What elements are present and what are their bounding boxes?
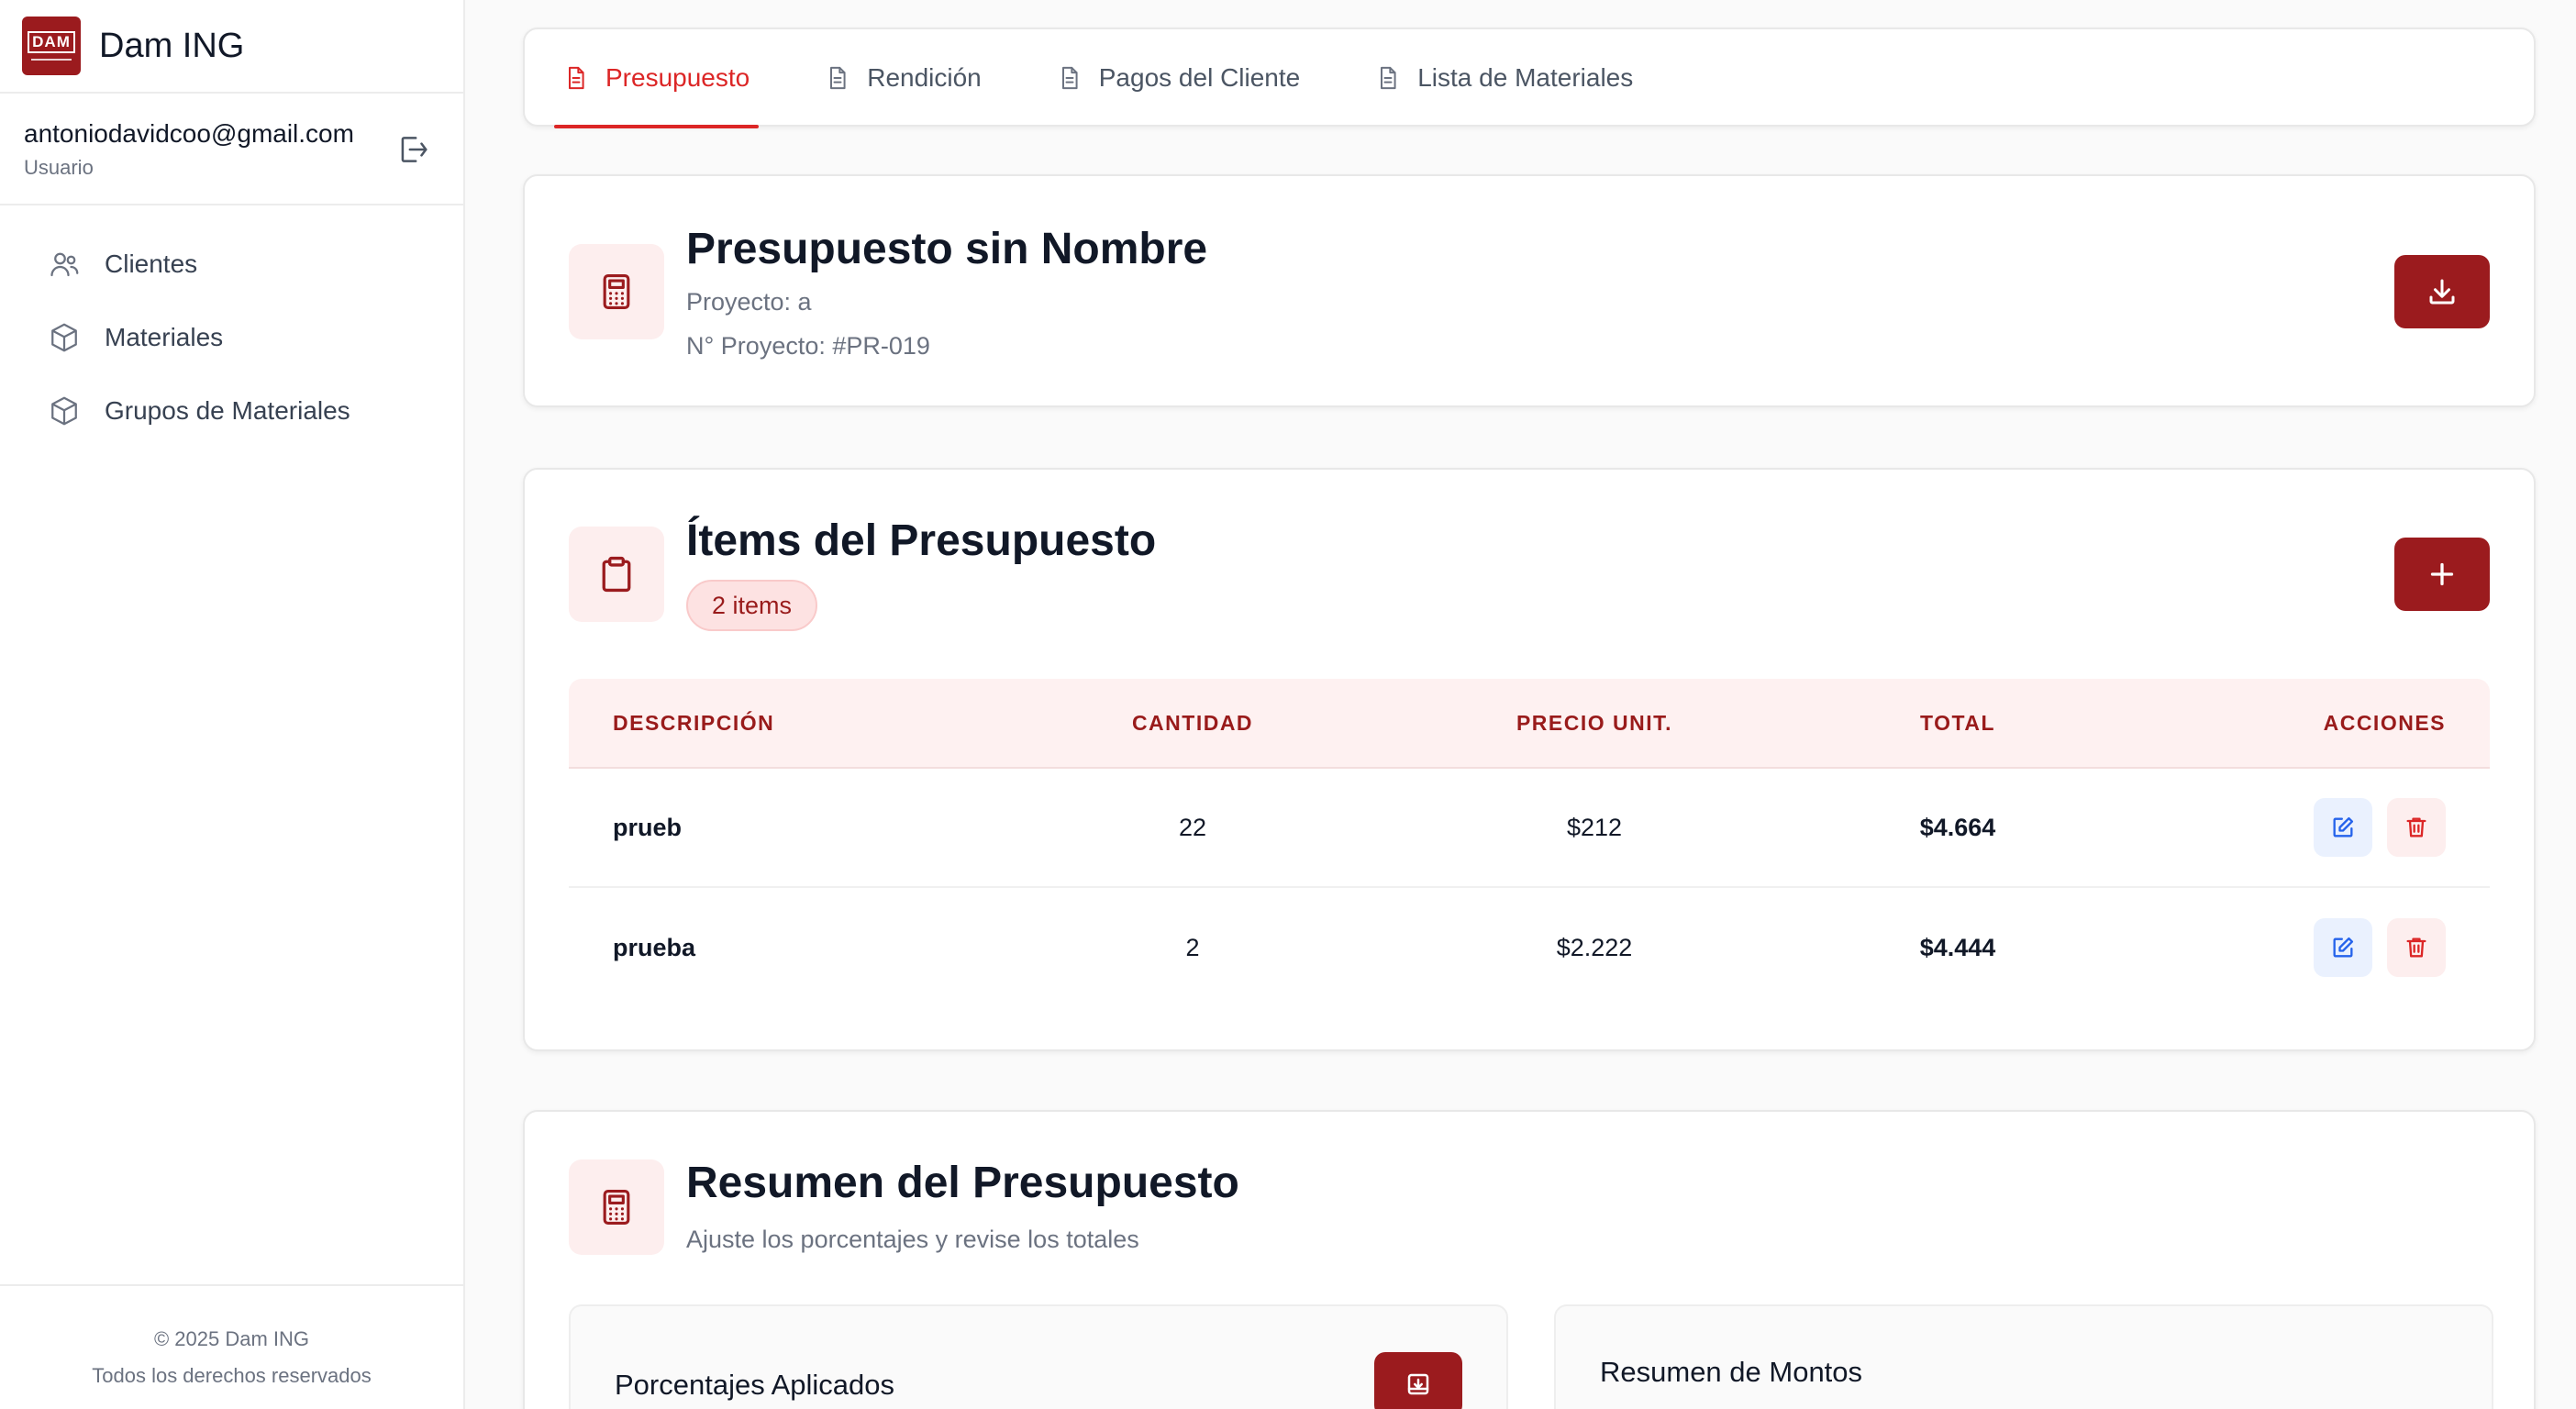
users-icon (50, 252, 79, 277)
items-card: Ítems del Presupuesto 2 items DESCRIPCIÓ… (523, 468, 2536, 1051)
rights-text: Todos los derechos reservados (92, 1364, 372, 1387)
amounts-panel: Resumen de Montos (1554, 1304, 2493, 1409)
summary-card: Resumen del Presupuesto Ajuste los porce… (523, 1110, 2536, 1409)
tab-pagos-cliente[interactable]: Pagos del Cliente (1048, 29, 1309, 127)
tab-lista-materiales[interactable]: Lista de Materiales (1366, 29, 1642, 127)
logo-divider (31, 59, 72, 61)
logo-text: DAM (28, 31, 75, 53)
sidebar-item-clientes[interactable]: Clientes (0, 227, 463, 301)
calculator-icon (569, 1159, 664, 1255)
brand-header: DAM Dam ING (0, 0, 463, 94)
save-icon (1407, 1373, 1429, 1395)
delete-button[interactable] (2387, 798, 2446, 857)
calculator-icon (569, 244, 664, 339)
tab-label: Rendición (867, 63, 982, 92)
sidebar: DAM Dam ING antoniodavidcoo@gmail.com Us… (0, 0, 465, 1409)
add-item-button[interactable] (2394, 538, 2490, 611)
edit-button[interactable] (2314, 798, 2372, 857)
document-icon (1061, 66, 1078, 90)
budget-header-card: Presupuesto sin Nombre Proyecto: a N° Pr… (523, 174, 2536, 407)
box-icon (51, 323, 77, 352)
column-header-total[interactable]: TOTAL (1813, 711, 2103, 736)
row-actions (2103, 798, 2490, 857)
trash-icon (2406, 937, 2426, 958)
clipboard-icon (569, 527, 664, 622)
document-icon (1381, 66, 1396, 90)
percentages-panel: Porcentajes Aplicados (569, 1304, 1508, 1409)
project-number: N° Proyecto: #PR-019 (686, 332, 930, 360)
column-header-quantity[interactable]: CANTIDAD (1009, 711, 1376, 736)
sidebar-item-label: Materiales (105, 323, 224, 351)
cell-description: prueba (613, 933, 696, 961)
sidebar-nav: Clientes Materiales Grupos de Materiales (0, 205, 463, 448)
tab-bar: Presupuesto Rendición Pagos del Cliente … (523, 28, 2536, 128)
edit-button[interactable] (2314, 918, 2372, 977)
column-header-actions: ACCIONES (2323, 710, 2446, 735)
copyright-text: © 2025 Dam ING (153, 1327, 310, 1350)
download-button[interactable] (2394, 255, 2490, 328)
amounts-title: Resumen de Montos (1600, 1356, 1863, 1388)
tab-rendicion[interactable]: Rendición (816, 29, 991, 127)
cell-total: $4.444 (1919, 933, 1996, 961)
items-title: Ítems del Presupuesto (686, 516, 1157, 565)
sidebar-footer: © 2025 Dam ING Todos los derechos reserv… (0, 1284, 463, 1409)
percentages-title: Porcentajes Aplicados (615, 1369, 895, 1401)
row-actions (2103, 918, 2490, 977)
tab-label: Pagos del Cliente (1098, 63, 1301, 92)
trash-icon (2406, 817, 2426, 838)
delete-button[interactable] (2387, 918, 2446, 977)
column-header-description[interactable]: DESCRIPCIÓN (569, 711, 1009, 736)
items-table: DESCRIPCIÓN CANTIDAD PRECIO UNIT. TOTAL … (569, 679, 2490, 1007)
sidebar-item-grupos-materiales[interactable]: Grupos de Materiales (0, 374, 463, 448)
edit-icon (2333, 937, 2354, 958)
document-icon (569, 66, 584, 90)
summary-subtitle: Ajuste los porcentajes y revise los tota… (686, 1226, 1139, 1253)
table-header: DESCRIPCIÓN CANTIDAD PRECIO UNIT. TOTAL … (569, 679, 2490, 769)
cell-unit-price: $212 (1566, 813, 1623, 841)
cell-description: prueb (613, 813, 683, 841)
brand-logo[interactable]: DAM (22, 17, 81, 75)
summary-title: Resumen del Presupuesto (686, 1159, 1239, 1207)
column-header-unit-price[interactable]: PRECIO UNIT. (1376, 711, 1813, 736)
project-name: Proyecto: a (686, 288, 812, 316)
save-percentages-button[interactable] (1374, 1352, 1462, 1409)
edit-icon (2333, 816, 2354, 838)
cell-quantity: 22 (1178, 813, 1207, 841)
cell-quantity: 2 (1185, 933, 1200, 961)
sidebar-item-materiales[interactable]: Materiales (0, 301, 463, 374)
tab-label: Lista de Materiales (1417, 63, 1634, 92)
table-row: prueba 2 $2.222 $4.444 (569, 888, 2490, 1007)
items-count-badge: 2 items (686, 580, 818, 631)
tab-presupuesto[interactable]: Presupuesto (554, 29, 760, 128)
budget-title: Presupuesto sin Nombre (686, 225, 1208, 273)
download-icon (2429, 279, 2455, 305)
table-row: prueb 22 $212 $4.664 (569, 769, 2490, 888)
plus-icon (2430, 562, 2454, 586)
box-icon (51, 396, 77, 426)
brand-title: Dam ING (99, 26, 245, 65)
sidebar-item-label: Grupos de Materiales (105, 396, 350, 425)
sidebar-item-label: Clientes (105, 250, 198, 278)
cell-total: $4.664 (1919, 813, 1996, 841)
document-icon (830, 66, 846, 90)
tab-label: Presupuesto (605, 63, 750, 92)
cell-unit-price: $2.222 (1556, 933, 1633, 961)
user-info: antoniodavidcoo@gmail.com Usuario (0, 94, 463, 205)
logout-icon[interactable] (395, 132, 430, 167)
